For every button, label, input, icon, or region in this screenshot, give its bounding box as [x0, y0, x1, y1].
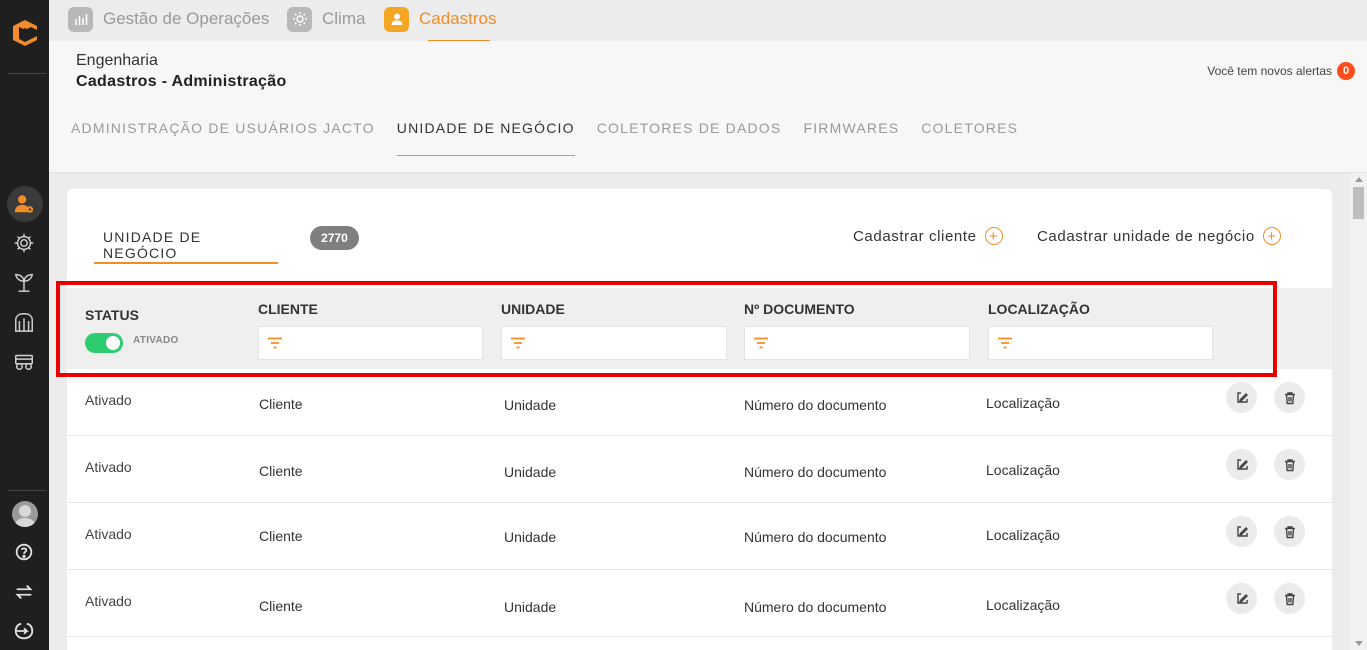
business-unit-card: UNIDADE DE NEGÓCIO 2770 Cadastrar client… — [67, 189, 1332, 650]
sub-tabs: ADMINISTRAÇÃO DE USUÁRIOS JACTO UNIDADE … — [71, 120, 1040, 156]
trash-icon — [1284, 391, 1295, 404]
edit-button[interactable] — [1226, 583, 1257, 614]
cell-status: Ativado — [85, 392, 132, 408]
cell-cliente: Cliente — [259, 598, 303, 614]
subtab-firmwares[interactable]: FIRMWARES — [803, 120, 899, 156]
table-row[interactable]: Ativado Cliente Unidade Número do docume… — [67, 570, 1332, 637]
subtab-unidade-negocio[interactable]: UNIDADE DE NEGÓCIO — [396, 120, 575, 156]
alerts-notice[interactable]: Você tem novos alertas 0 — [1207, 62, 1355, 80]
plus-circle-icon: + — [1262, 227, 1281, 245]
sidebar — [0, 0, 49, 650]
cell-documento: Número do documento — [744, 464, 887, 480]
edit-icon — [1236, 592, 1248, 604]
cell-localizacao: Localização — [986, 462, 1060, 478]
page-header: Engenharia Cadastros - Administração Voc… — [49, 41, 1367, 173]
card-tab-unidade-negocio[interactable]: UNIDADE DE NEGÓCIO — [94, 216, 278, 264]
cell-unidade: Unidade — [504, 529, 557, 545]
page-title: Cadastros - Administração — [76, 73, 287, 90]
alerts-label: Você tem novos alertas — [1207, 64, 1332, 78]
top-tab-clima[interactable]: Clima — [287, 6, 365, 32]
table-row[interactable]: Ativado Cliente Unidade Número do docume… — [67, 436, 1332, 503]
add-client-button[interactable]: Cadastrar cliente + — [853, 227, 1003, 245]
logo-icon[interactable] — [9, 17, 41, 49]
cell-documento: Número do documento — [744, 397, 887, 413]
edit-icon — [1236, 525, 1248, 537]
delete-button[interactable] — [1274, 516, 1305, 547]
delete-button[interactable] — [1274, 382, 1305, 413]
count-badge: 2770 — [310, 226, 359, 250]
cell-cliente: Cliente — [259, 528, 303, 544]
scroll-thumb[interactable] — [1353, 187, 1364, 219]
add-business-unit-button[interactable]: Cadastrar unidade de negócio + — [1037, 227, 1281, 245]
card-tab-label: UNIDADE DE NEGÓCIO — [103, 229, 202, 261]
table-row[interactable]: Ativado Cliente Unidade Número do docume… — [67, 503, 1332, 570]
scroll-down-arrow[interactable] — [1355, 641, 1363, 646]
top-tab-gestao-operacoes[interactable]: Gestão de Operações — [68, 6, 269, 32]
delete-button[interactable] — [1274, 583, 1305, 614]
subtab-coletores[interactable]: COLETORES — [921, 120, 1018, 156]
sidebar-divider — [8, 73, 46, 74]
trash-icon — [1284, 592, 1295, 605]
top-tab-cadastros[interactable]: Cadastros — [384, 6, 496, 32]
top-tab-label: Gestão de Operações — [103, 9, 270, 28]
subtab-coletores-dados[interactable]: COLETORES DE DADOS — [597, 120, 782, 156]
cell-status: Ativado — [85, 459, 132, 475]
add-client-label: Cadastrar cliente — [853, 227, 977, 245]
edit-button[interactable] — [1226, 516, 1257, 547]
cell-status: Ativado — [85, 593, 132, 609]
edit-icon — [1236, 391, 1248, 403]
trash-icon — [1284, 525, 1295, 538]
cell-localizacao: Localização — [986, 597, 1060, 613]
cell-status: Ativado — [85, 526, 132, 542]
edit-icon — [1236, 458, 1248, 470]
add-business-unit-label: Cadastrar unidade de negócio — [1037, 227, 1255, 245]
plus-circle-icon: + — [984, 227, 1003, 245]
cell-unidade: Unidade — [504, 397, 557, 413]
scrollbar[interactable] — [1350, 173, 1367, 650]
user-icon — [384, 6, 409, 32]
scroll-up-arrow[interactable] — [1355, 177, 1363, 182]
gear-icon[interactable] — [10, 229, 38, 257]
cell-unidade: Unidade — [504, 599, 557, 615]
top-tab-label: Cadastros — [419, 9, 497, 28]
subtab-admin-usuarios[interactable]: ADMINISTRAÇÃO DE USUÁRIOS JACTO — [71, 120, 375, 156]
delete-button[interactable] — [1274, 449, 1305, 480]
user-admin-icon[interactable] — [10, 190, 38, 218]
logout-icon[interactable] — [10, 617, 38, 645]
edit-button[interactable] — [1226, 449, 1257, 480]
table-row[interactable]: Ativado Cliente Unidade Número do docume… — [67, 369, 1332, 436]
cell-localizacao: Localização — [986, 527, 1060, 543]
cell-localizacao: Localização — [986, 395, 1060, 411]
filter-header-highlight — [56, 281, 1277, 377]
sidebar-divider — [8, 490, 46, 491]
switch-arrows-icon[interactable] — [10, 578, 38, 606]
cell-cliente: Cliente — [259, 396, 303, 412]
help-icon[interactable] — [10, 538, 38, 566]
alerts-count-badge: 0 — [1337, 62, 1355, 80]
cell-cliente: Cliente — [259, 463, 303, 479]
plant-icon[interactable] — [10, 268, 38, 296]
cell-documento: Número do documento — [744, 599, 887, 615]
trash-icon — [1284, 458, 1295, 471]
edit-button[interactable] — [1226, 382, 1257, 413]
avatar[interactable] — [12, 501, 38, 527]
silo-icon[interactable] — [10, 308, 38, 336]
sun-icon — [287, 6, 312, 32]
top-nav: Gestão de Operações Clima Cadastros — [49, 0, 1367, 41]
cell-documento: Número do documento — [744, 529, 887, 545]
cell-unidade: Unidade — [504, 464, 557, 480]
top-tab-label: Clima — [322, 9, 366, 28]
tractor-icon[interactable] — [10, 347, 38, 375]
operations-chart-icon — [68, 6, 93, 32]
breadcrumb-parent: Engenharia — [76, 52, 158, 69]
